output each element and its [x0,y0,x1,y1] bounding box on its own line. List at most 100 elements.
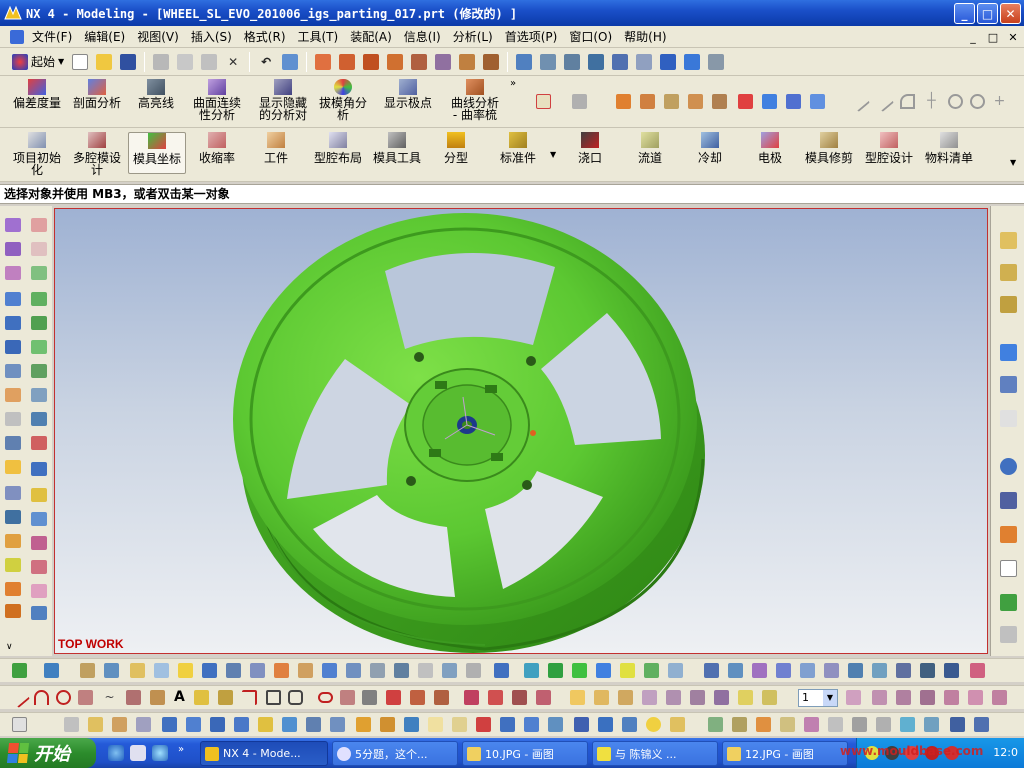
curve-tool-j-icon[interactable] [594,690,609,705]
snap-tool-4-icon[interactable] [920,690,935,705]
menu-insert[interactable]: 插入(S) [185,26,238,48]
feature-tool-11-icon[interactable] [282,717,297,732]
minimize-button[interactable]: _ [954,3,975,24]
feature-tool-26-icon[interactable] [646,717,661,732]
feature-icon-10[interactable] [5,436,21,450]
internet-explorer-quicklaunch-icon[interactable] [108,745,124,761]
mold-csys-button[interactable]: 模具坐标 [128,132,186,174]
perspective-icon[interactable] [636,53,653,70]
surface-icon-2[interactable] [31,242,47,256]
cut-icon[interactable] [153,53,170,70]
bottom-tool-icon-2[interactable] [130,663,145,678]
history-icon[interactable] [1000,376,1017,393]
clock[interactable]: 12:0 [993,746,1018,759]
mold-trim-button[interactable]: 模具修剪 [802,132,856,164]
feature-icon-12[interactable] [5,486,21,500]
fillet-tool-icon[interactable] [483,53,500,70]
section-analysis-button[interactable]: 剖面分析 [70,79,124,109]
surface-icon-5[interactable] [31,316,47,330]
surface-icon-14[interactable] [31,536,47,550]
fit-view-icon[interactable] [516,53,533,70]
part-navigator-icon[interactable] [1000,264,1017,281]
curve-tool-f-icon[interactable] [488,690,503,705]
polygon-icon[interactable] [288,690,303,705]
select-icon[interactable] [282,53,299,70]
rotate-icon[interactable] [612,53,629,70]
menu-assembly[interactable]: 装配(A) [344,26,398,48]
feature-icon-9[interactable] [5,412,21,426]
bottom-tool-icon-4[interactable] [178,663,193,678]
feature-icon-6[interactable] [5,340,21,354]
feature-tool-18-icon[interactable] [452,717,467,732]
undo-icon[interactable]: ↶ [258,54,274,70]
electrode-button[interactable]: 电极 [754,132,786,164]
menu-help[interactable]: 帮助(H) [618,26,672,48]
feature-tool-10-icon[interactable] [258,717,273,732]
deviation-gauge-button[interactable]: 偏差度量 [10,79,64,109]
open-folder-icon[interactable] [96,53,113,70]
taskbar-item-chat[interactable]: 与 陈锦义 ... [592,741,718,766]
bottom-tool-icon-3[interactable] [154,663,169,678]
bottom-tool-icon-15[interactable] [442,663,457,678]
toolbar-overflow-icon[interactable]: ▼ [1010,158,1016,167]
bottom-tool-icon-17[interactable] [494,663,509,678]
highlight-lines-button[interactable]: 高亮线 [132,79,180,109]
offset-curve-icon[interactable] [362,690,377,705]
snap-tool-5-icon[interactable] [944,690,959,705]
feature-tool-30-icon[interactable] [756,717,771,732]
line-tool-2-icon[interactable] [872,90,895,113]
bottom-tool-icon-14[interactable] [418,663,433,678]
feature-icon-16[interactable] [5,582,21,596]
curve-tool-c-icon[interactable] [810,94,825,109]
bottom-tool-icon-20[interactable] [572,663,587,678]
cooling-button[interactable]: 冷却 [694,132,726,164]
curve-tool-m-icon[interactable] [666,690,681,705]
line-icon[interactable] [8,686,31,709]
curve-tool-k-icon[interactable] [618,690,633,705]
feature-tool-7-icon[interactable] [186,717,201,732]
save-icon[interactable] [120,53,137,70]
bottom-tool-icon-22[interactable] [620,663,635,678]
surface-icon-7[interactable] [31,364,47,378]
new-file-icon[interactable] [72,53,89,70]
feature-tool-31-icon[interactable] [780,717,795,732]
show-hidden-analysis-button[interactable]: 显示隐藏 的分析对 [256,79,310,121]
surface-icon-8[interactable] [31,388,47,402]
point-icon[interactable] [194,690,209,705]
spline-icon[interactable] [78,690,93,705]
feature-tool-9-icon[interactable] [234,717,249,732]
trim-tool-icon[interactable] [411,53,428,70]
zoom-icon[interactable] [588,53,605,70]
internet-explorer-icon[interactable] [1000,344,1017,361]
surface-icon-12[interactable] [31,488,47,502]
point-set-2-icon[interactable] [218,690,233,705]
show-poles-button[interactable]: 显示极点 [382,79,434,109]
feature-tool-20-icon[interactable] [500,717,515,732]
bottom-tool-icon-27[interactable] [752,663,767,678]
feature-icon-17[interactable] [5,604,21,618]
bottom-tool-icon-9[interactable] [298,663,313,678]
palette-icon[interactable] [1000,626,1017,643]
curve-tool-n-icon[interactable] [690,690,705,705]
snap-tool-3-icon[interactable] [896,690,911,705]
curvature-comb-button[interactable]: 曲线分析 - 曲率梳 [446,79,504,121]
chevron-down-icon[interactable]: ▼ [550,150,556,159]
text-annotation-tool[interactable]: A [174,689,185,705]
bottom-tool-icon-18[interactable] [524,663,539,678]
bottom-tool-icon-26[interactable] [728,663,743,678]
menu-analysis[interactable]: 分析(L) [447,26,499,48]
mold-tools-button[interactable]: 模具工具 [370,132,424,164]
feature-tool-32-icon[interactable] [804,717,819,732]
curve-tool-h-icon[interactable] [536,690,551,705]
draft-analysis-button[interactable]: 拔模角分 析 [316,79,370,121]
view-orientation-icon[interactable] [684,53,701,70]
bottom-tool-icon-10[interactable] [322,663,337,678]
hide-icon[interactable] [44,663,59,678]
edit-object-icon[interactable] [12,663,27,678]
spline-tool-icon[interactable] [387,53,404,70]
gate-button[interactable]: 浇口 [574,132,606,164]
assembly-navigator-icon[interactable] [1000,232,1017,249]
bottom-tool-icon-23[interactable] [644,663,659,678]
snap-tool-6-icon[interactable] [968,690,983,705]
snap-tool-1-icon[interactable] [846,690,861,705]
